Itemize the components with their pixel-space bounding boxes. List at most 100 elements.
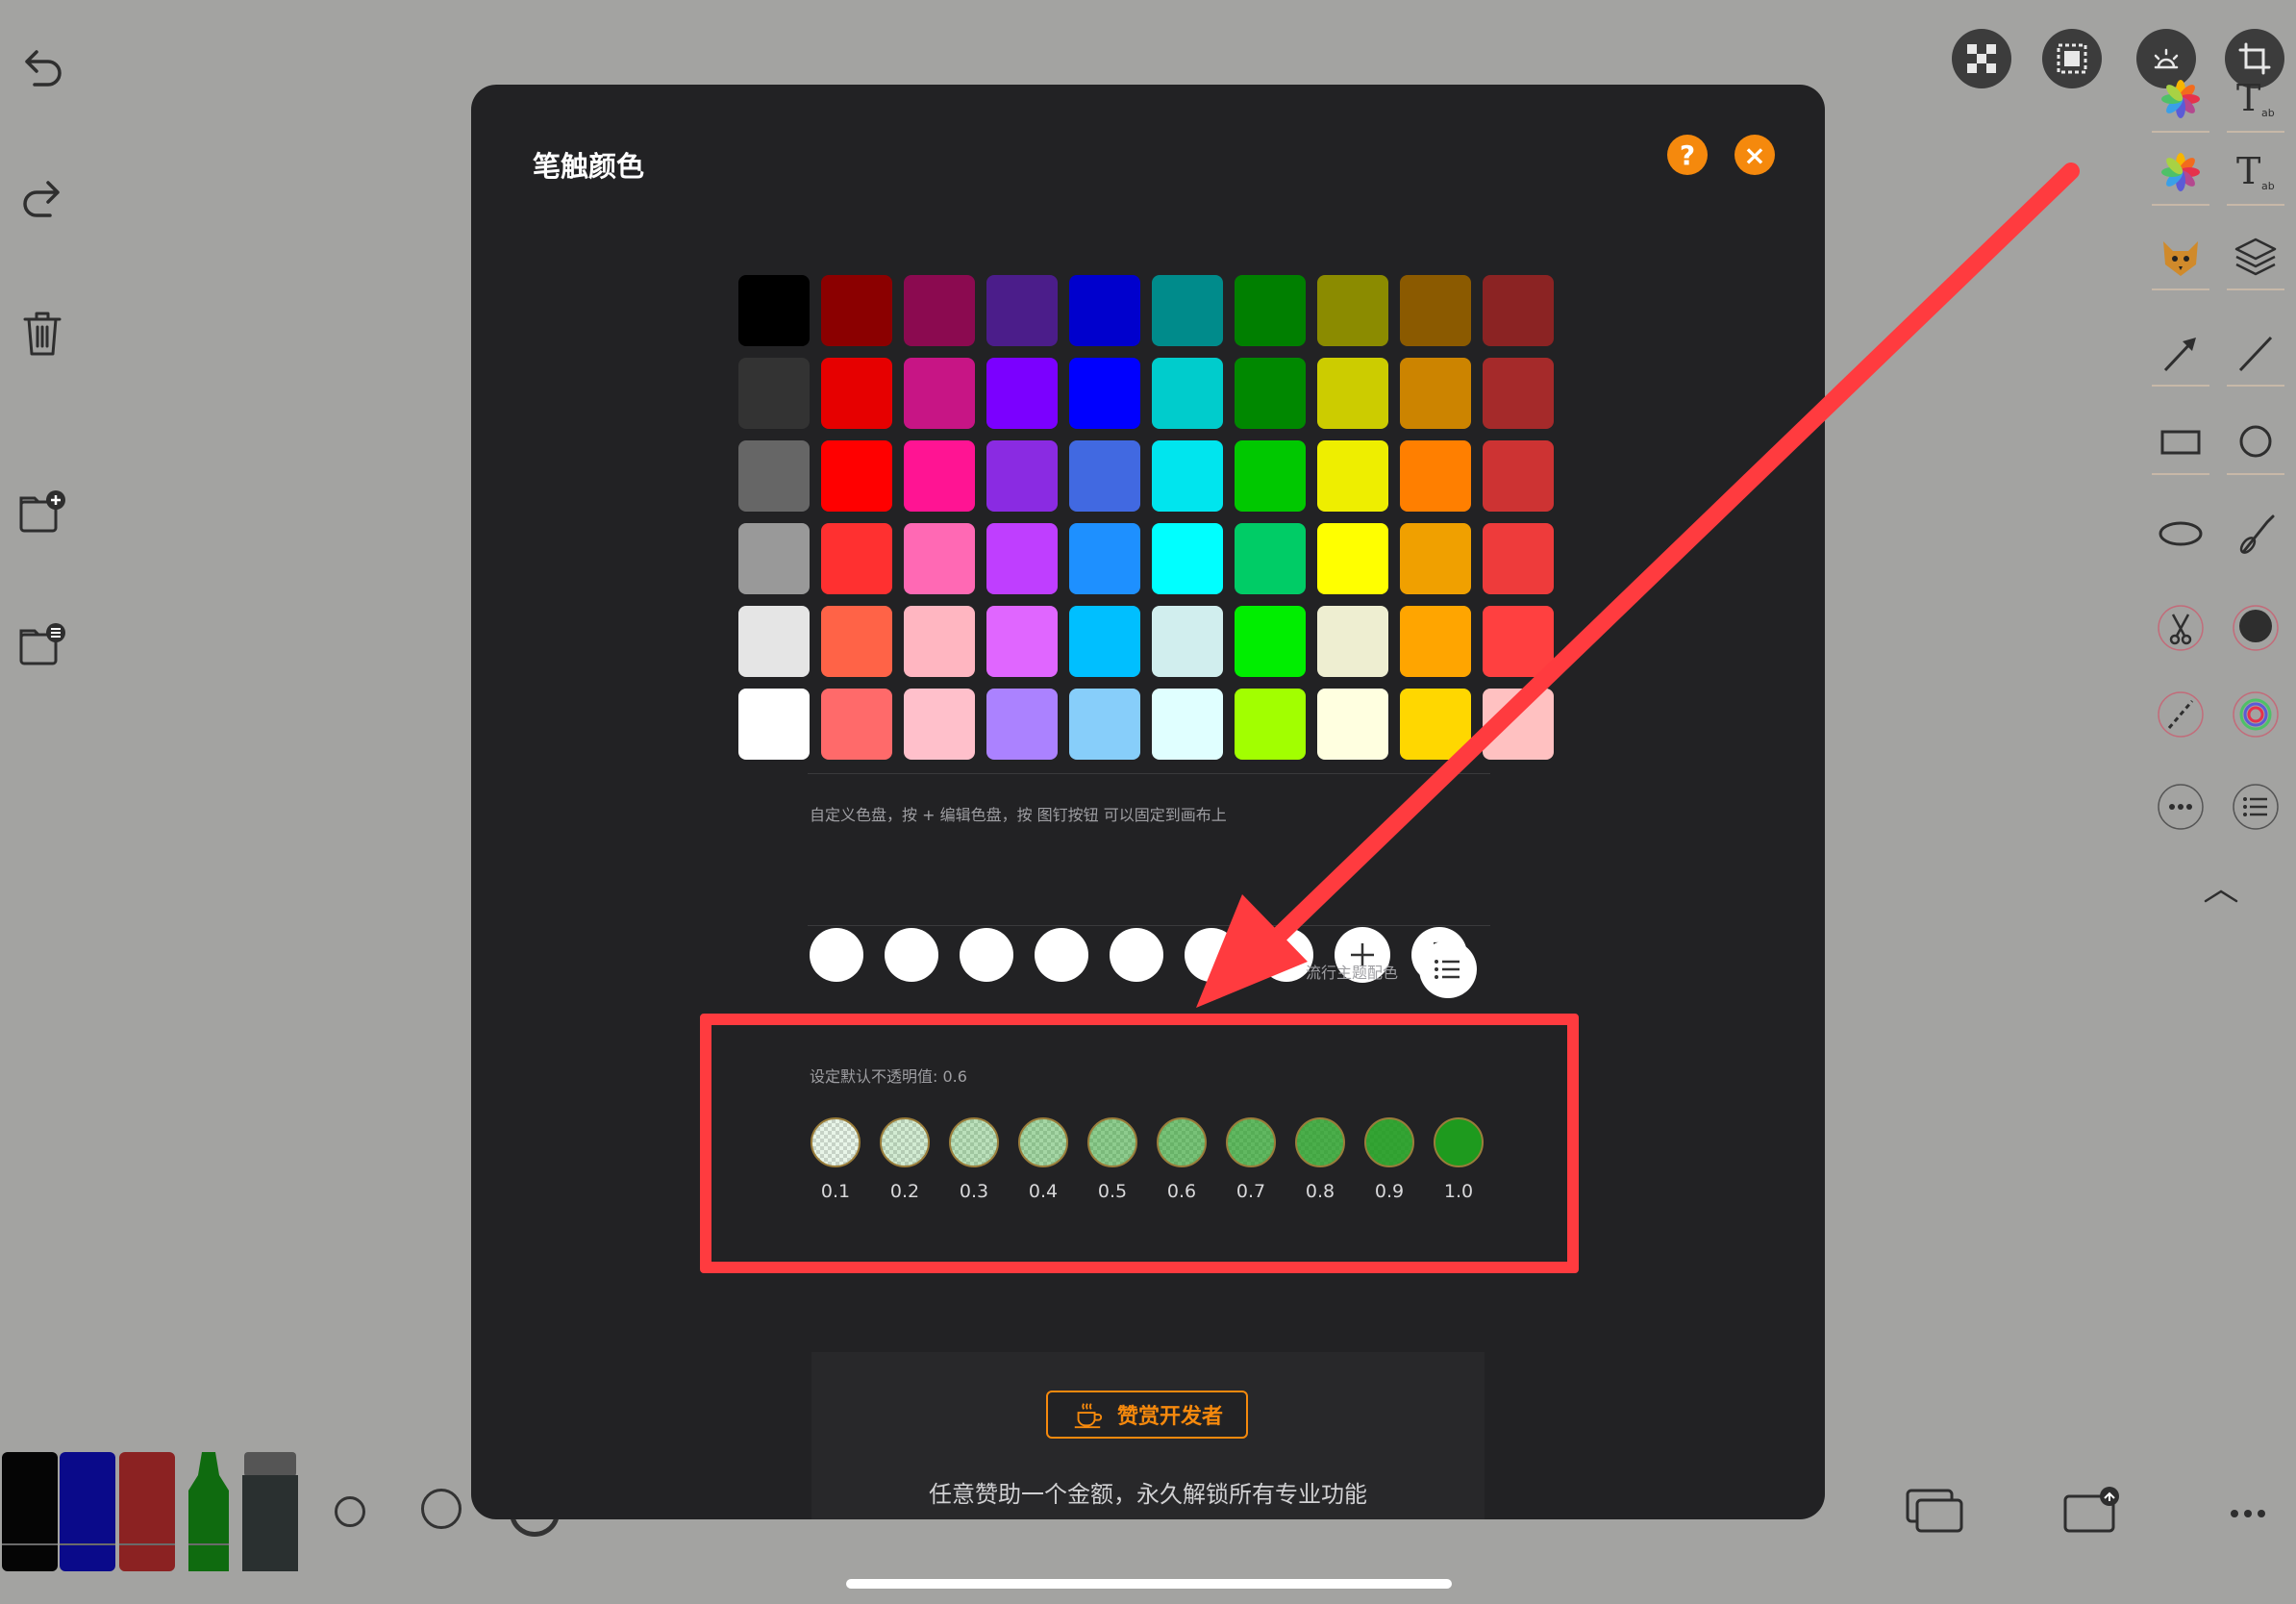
color-swatch[interactable] xyxy=(738,606,810,677)
color-swatch[interactable] xyxy=(986,358,1058,429)
color-swatch[interactable] xyxy=(1400,689,1471,760)
color-swatch[interactable] xyxy=(1317,523,1388,594)
color-swatch[interactable] xyxy=(1317,358,1388,429)
eraser-tool[interactable] xyxy=(242,1452,298,1571)
color-swatch[interactable] xyxy=(1483,275,1554,346)
color-swatch[interactable] xyxy=(1400,606,1471,677)
green-highlighter[interactable] xyxy=(181,1452,237,1571)
color-swatch[interactable] xyxy=(1069,689,1140,760)
stroke-size-small[interactable] xyxy=(335,1496,365,1527)
close-button[interactable]: × xyxy=(1734,135,1775,175)
color-swatch[interactable] xyxy=(821,606,892,677)
color-swatch[interactable] xyxy=(1317,440,1388,512)
more-icon[interactable] xyxy=(2217,1485,2279,1539)
color-swatch[interactable] xyxy=(1235,606,1306,677)
photos-icon[interactable] xyxy=(2152,67,2209,133)
color-swatch[interactable] xyxy=(904,440,975,512)
layers-icon[interactable] xyxy=(2227,225,2284,290)
color-swatch[interactable] xyxy=(1235,440,1306,512)
list-icon[interactable] xyxy=(2227,775,2284,839)
color-swatch[interactable] xyxy=(1069,440,1140,512)
new-folder-icon[interactable] xyxy=(13,485,71,542)
red-marker[interactable] xyxy=(119,1452,175,1571)
color-swatch[interactable] xyxy=(1235,689,1306,760)
color-swatch[interactable] xyxy=(1483,689,1554,760)
line-icon[interactable] xyxy=(2227,321,2284,387)
text-icon[interactable]: Tab xyxy=(2227,140,2284,206)
custom-color-slot[interactable] xyxy=(1035,928,1088,982)
more-icon[interactable] xyxy=(2152,775,2209,839)
trash-icon[interactable] xyxy=(13,304,71,362)
color-swatch[interactable] xyxy=(1152,358,1223,429)
color-swatch[interactable] xyxy=(1483,523,1554,594)
blue-marker[interactable] xyxy=(60,1452,115,1571)
color-swatch[interactable] xyxy=(1400,275,1471,346)
rectangle-icon[interactable] xyxy=(2152,410,2209,475)
color-swatch[interactable] xyxy=(1152,523,1223,594)
select-frame-icon[interactable] xyxy=(2042,29,2102,88)
color-swatch[interactable] xyxy=(904,689,975,760)
color-dot-icon[interactable] xyxy=(2227,596,2284,660)
color-swatch[interactable] xyxy=(1483,440,1554,512)
brush-icon[interactable] xyxy=(2227,502,2284,565)
custom-color-slot[interactable] xyxy=(1185,928,1238,982)
color-swatch[interactable] xyxy=(821,689,892,760)
color-swatch[interactable] xyxy=(904,275,975,346)
color-swatch[interactable] xyxy=(821,440,892,512)
color-swatch[interactable] xyxy=(1400,358,1471,429)
ellipse-icon[interactable] xyxy=(2152,502,2209,565)
folder-list-icon[interactable] xyxy=(13,617,71,675)
undo-icon[interactable] xyxy=(13,42,71,100)
share-icon[interactable] xyxy=(2061,1485,2123,1539)
color-swatch[interactable] xyxy=(1152,275,1223,346)
color-wheel-icon[interactable] xyxy=(2227,683,2284,746)
color-swatch[interactable] xyxy=(986,606,1058,677)
theme-palette-button[interactable] xyxy=(1419,940,1477,998)
color-swatch[interactable] xyxy=(1483,606,1554,677)
color-swatch[interactable] xyxy=(738,275,810,346)
checkerboard-icon[interactable] xyxy=(1952,29,2011,88)
color-swatch[interactable] xyxy=(904,523,975,594)
color-swatch[interactable] xyxy=(1069,358,1140,429)
color-swatch[interactable] xyxy=(1317,606,1388,677)
color-swatch[interactable] xyxy=(1152,606,1223,677)
color-swatch[interactable] xyxy=(986,275,1058,346)
color-swatch[interactable] xyxy=(904,358,975,429)
color-swatch[interactable] xyxy=(821,523,892,594)
color-swatch[interactable] xyxy=(1400,523,1471,594)
custom-color-slot[interactable] xyxy=(810,928,863,982)
color-swatch[interactable] xyxy=(1483,358,1554,429)
color-swatch[interactable] xyxy=(738,689,810,760)
circle-icon[interactable] xyxy=(2227,410,2284,475)
color-swatch[interactable] xyxy=(1152,440,1223,512)
color-swatch[interactable] xyxy=(1069,523,1140,594)
chevron-up-icon[interactable] xyxy=(2192,865,2250,929)
custom-color-slot[interactable] xyxy=(1110,928,1163,982)
color-swatch[interactable] xyxy=(1235,358,1306,429)
color-swatch[interactable] xyxy=(821,275,892,346)
color-swatch[interactable] xyxy=(986,440,1058,512)
custom-color-slot[interactable] xyxy=(960,928,1013,982)
stroke-size-medium[interactable] xyxy=(421,1489,462,1529)
windows-icon[interactable] xyxy=(1904,1485,1965,1539)
color-swatch[interactable] xyxy=(1235,275,1306,346)
custom-color-slot[interactable] xyxy=(885,928,938,982)
color-swatch[interactable] xyxy=(1235,523,1306,594)
color-swatch[interactable] xyxy=(904,606,975,677)
sponsor-button[interactable]: 赞赏开发者 xyxy=(1046,1391,1248,1439)
color-swatch[interactable] xyxy=(738,358,810,429)
arrow-icon[interactable] xyxy=(2152,321,2209,387)
text-icon[interactable]: Tab xyxy=(2227,67,2284,133)
color-swatch[interactable] xyxy=(1069,606,1140,677)
color-swatch[interactable] xyxy=(986,523,1058,594)
redo-icon[interactable] xyxy=(13,173,71,231)
color-swatch[interactable] xyxy=(1400,440,1471,512)
color-swatch[interactable] xyxy=(821,358,892,429)
color-swatch[interactable] xyxy=(1317,275,1388,346)
fox-sticker-icon[interactable] xyxy=(2152,225,2209,290)
color-swatch[interactable] xyxy=(738,523,810,594)
scissors-icon[interactable] xyxy=(2152,596,2209,660)
home-indicator[interactable] xyxy=(846,1579,1452,1589)
photos-icon[interactable] xyxy=(2152,140,2209,206)
color-swatch[interactable] xyxy=(986,689,1058,760)
